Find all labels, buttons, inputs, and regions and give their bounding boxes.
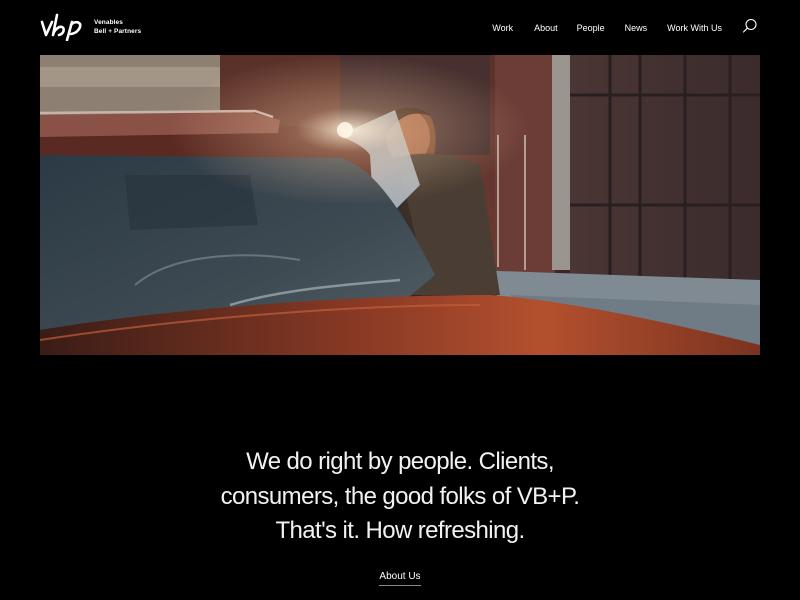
nav-item-work[interactable]: Work (492, 21, 513, 35)
logo-link[interactable]: Venables Bell + Partners (40, 13, 141, 41)
logo-line-2: Bell + Partners (94, 28, 142, 35)
nav-item-work-with-us[interactable]: Work With Us (667, 21, 722, 35)
site-header: Venables Bell + Partners Work About Peop… (0, 0, 800, 55)
tagline: We do right by people. Clients, consumer… (220, 448, 580, 544)
nav-item-news[interactable]: News (625, 21, 648, 35)
search-icon[interactable] (742, 18, 758, 34)
cta-container: About Us (0, 566, 800, 586)
main-nav: Work About People News Work With Us (492, 21, 722, 35)
vbp-logo-mark (40, 13, 82, 41)
nav-item-about[interactable]: About (534, 21, 558, 35)
logo-wordmark: Venables Bell + Partners (94, 18, 141, 36)
hero-video[interactable] (40, 55, 760, 355)
hero-image (40, 55, 760, 355)
about-us-link[interactable]: About Us (379, 571, 421, 586)
logo-line-1: Venables (94, 19, 123, 26)
nav-item-people[interactable]: People (577, 21, 605, 35)
